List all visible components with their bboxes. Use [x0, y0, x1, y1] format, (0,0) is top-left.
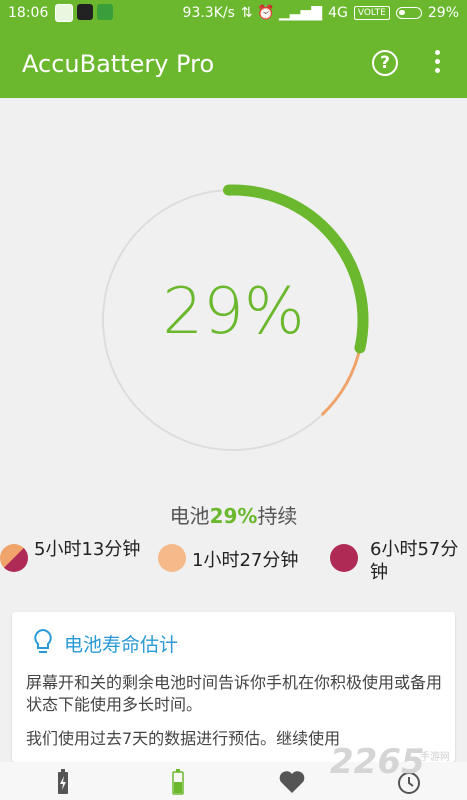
- help-button[interactable]: ?: [372, 50, 398, 76]
- status-battery-percent: 29%: [427, 5, 459, 21]
- watermark: 2265: [330, 742, 425, 782]
- app-bar: AccuBattery Pro ?: [0, 28, 467, 98]
- duration-suffix: 持续: [257, 504, 298, 528]
- duration-prefix: 电池: [169, 504, 210, 528]
- screen-off-icon: [158, 544, 186, 572]
- battery-icon[interactable]: [163, 768, 193, 796]
- status-right: 93.3K/s ⇅ ⏰ ▁▃▅▇ 4G VOLTE 29%: [183, 5, 459, 21]
- heart-icon[interactable]: [277, 768, 307, 796]
- more-options-icon[interactable]: [432, 50, 442, 76]
- stat-sleep-label: 6小时57分钟: [370, 539, 459, 583]
- qq-icon: [77, 4, 93, 20]
- battery-duration: 电池29%持续: [0, 500, 467, 529]
- app-title: AccuBattery Pro: [22, 50, 215, 78]
- network-type: 4G: [328, 5, 348, 21]
- screen-on-icon: [0, 544, 28, 572]
- card-paragraph: 屏幕开和关的剩余电池时间告诉你手机在你积极使用或备用状态下能使用多长时间。: [26, 673, 443, 714]
- sleep-icon: [330, 544, 358, 572]
- notification-icons: [55, 4, 113, 22]
- watermark-sub: 手游网: [420, 752, 450, 763]
- status-battery-icon: [395, 7, 422, 19]
- app-icon: [97, 4, 113, 20]
- card-title: 电池寿命估计: [64, 634, 179, 656]
- gauge-secondary-arc: [321, 346, 362, 416]
- battery-percent: 29%: [162, 275, 305, 349]
- status-time: 18:06: [8, 5, 49, 21]
- battery-life-card[interactable]: 电池寿命估计 屏幕开和关的剩余电池时间告诉你手机在你积极使用或备用状态下能使用多…: [12, 612, 455, 762]
- battery-charge-icon[interactable]: [48, 768, 78, 796]
- volte-badge: VOLTE: [353, 6, 390, 20]
- shield-icon: [55, 4, 73, 22]
- network-speed: 93.3K/s: [182, 5, 235, 21]
- stat-screen-on-label: 5小时13分钟: [34, 539, 141, 560]
- stat-screen-off-label: 1小时27分钟: [192, 550, 299, 571]
- status-bar: 18:06 93.3K/s ⇅ ⏰ ▁▃▅▇ 4G VOLTE 29%: [0, 0, 467, 28]
- lightbulb-icon: [34, 628, 52, 653]
- duration-value: 29%: [209, 504, 258, 528]
- signal-icon: ⇅ ⏰ ▁▃▅▇: [240, 5, 323, 21]
